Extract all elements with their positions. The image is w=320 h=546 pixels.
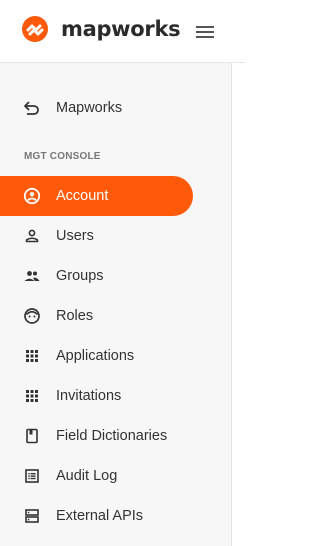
- storage-icon: [23, 507, 41, 525]
- sidebar-item-field-dictionaries[interactable]: Field Dictionaries: [0, 416, 193, 456]
- sidebar-item-label: Applications: [56, 348, 135, 364]
- apps-grid-icon: [23, 387, 41, 405]
- sidebar-item-roles[interactable]: Roles: [0, 296, 193, 336]
- sidebar-item-label: External APIs: [56, 508, 144, 524]
- list-icon: [23, 467, 41, 485]
- user-icon: [23, 227, 41, 245]
- sidebar-item-applications[interactable]: Applications: [0, 336, 193, 376]
- app-header: mapworks: [0, 0, 245, 63]
- sidebar-item-mapworks[interactable]: Mapworks: [0, 88, 193, 128]
- brand-name: mapworks: [61, 17, 181, 41]
- sidebar-item-label: Account: [56, 188, 109, 204]
- face-icon: [23, 307, 41, 325]
- groups-icon: [23, 267, 41, 285]
- sidebar-item-label: Users: [56, 228, 94, 244]
- apps-grid-icon: [23, 347, 41, 365]
- sidebar-item-account[interactable]: Account: [0, 176, 193, 216]
- account-circle-icon: [23, 187, 41, 205]
- section-label-mgt-console: MGT CONSOLE: [24, 151, 101, 162]
- sidebar-item-label: Field Dictionaries: [56, 428, 168, 444]
- sidebar-item-label: Mapworks: [56, 100, 123, 116]
- sidebar-item-audit-log[interactable]: Audit Log: [0, 456, 193, 496]
- sidebar-item-users[interactable]: Users: [0, 216, 193, 256]
- app-root: mapworks Mapworks MGT CONSOLE Account Us…: [0, 0, 245, 546]
- sidebar-item-label: Roles: [56, 308, 94, 324]
- hamburger-menu-icon[interactable]: [193, 20, 217, 44]
- sidebar-item-invitations[interactable]: Invitations: [0, 376, 193, 416]
- sidebar-item-label: Audit Log: [56, 468, 118, 484]
- sidebar-item-external-apis[interactable]: External APIs: [0, 496, 193, 536]
- mapworks-logo-icon[interactable]: [21, 15, 49, 43]
- sidebar-item-label: Groups: [56, 268, 104, 284]
- sidebar-item-groups[interactable]: Groups: [0, 256, 193, 296]
- book-icon: [23, 427, 41, 445]
- back-arrow-icon: [23, 99, 41, 117]
- sidebar-item-label: Invitations: [56, 388, 122, 404]
